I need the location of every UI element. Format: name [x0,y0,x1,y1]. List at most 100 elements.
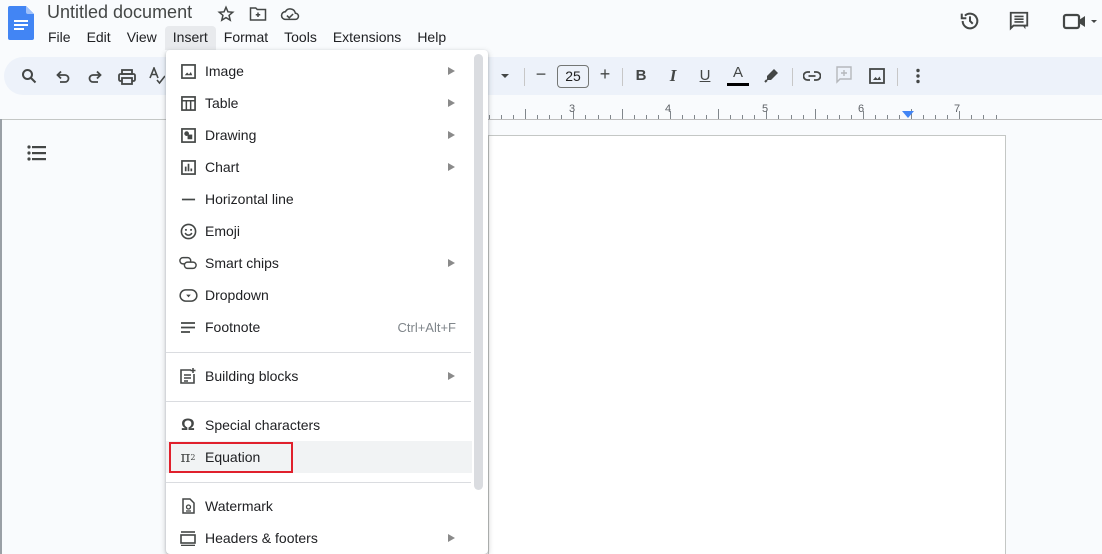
ruler-tick [730,115,732,119]
footnote-icon [177,316,199,338]
menu-file[interactable]: File [40,26,79,50]
menu-extensions[interactable]: Extensions [325,26,409,50]
ruler-tick [947,115,949,119]
docs-logo-icon[interactable] [8,6,34,40]
menu-separator [166,401,471,402]
bold-button[interactable]: B [631,67,651,84]
font-size-input[interactable]: 25 [557,65,589,88]
menu-item-horizontal-line[interactable]: Horizontal line [166,183,472,215]
menu-tools[interactable]: Tools [276,26,325,50]
meet-icon[interactable] [1060,8,1100,34]
image-icon [177,60,199,82]
redo-icon[interactable] [85,67,105,87]
toolbar-separator [897,68,898,86]
menu-item-smart-chips[interactable]: Smart chips [166,247,472,279]
highlight-color-icon[interactable] [762,65,782,85]
ruler-tick [971,115,973,119]
ruler-tick [826,115,828,119]
horizontal-ruler-baseline [488,119,1102,120]
insert-link-icon[interactable] [802,66,822,86]
ruler-tick [935,115,937,119]
ruler-tick [899,115,901,119]
search-menus-icon[interactable] [19,66,39,86]
menu-edit[interactable]: Edit [79,26,119,50]
menu-bar: File Edit View Insert Format Tools Exten… [40,26,454,50]
document-title[interactable]: Untitled document [47,2,192,23]
ruler-tick [597,115,599,119]
menu-item-footnote[interactable]: Footnote Ctrl+Alt+F [166,311,472,343]
ruler-tick [742,115,744,119]
ruler-tick [923,115,925,119]
ruler-tick [549,115,551,119]
menu-insert[interactable]: Insert [164,26,216,50]
submenu-arrow-icon [448,163,455,171]
ruler-tick [778,115,780,119]
document-page[interactable] [488,135,1006,554]
footnote-shortcut: Ctrl+Alt+F [397,319,456,335]
emoji-icon [177,220,199,242]
toolbar-separator [524,68,525,86]
menu-item-building-blocks[interactable]: Building blocks [166,360,472,392]
decrease-font-size-button[interactable]: − [531,64,551,85]
menu-item-drawing[interactable]: Drawing [166,119,472,151]
menu-separator [166,482,471,483]
comments-icon[interactable] [1006,8,1032,34]
undo-icon[interactable] [53,67,73,87]
menu-item-table[interactable]: Table [166,87,472,119]
omega-icon: Ω [181,415,195,434]
star-icon[interactable] [216,4,236,24]
move-to-folder-icon[interactable] [248,4,268,24]
menu-item-emoji[interactable]: Emoji [166,215,472,247]
ruler-label: 6 [857,103,865,115]
menu-item-watermark[interactable]: Watermark [166,490,472,522]
spelling-check-icon[interactable] [149,66,165,86]
add-comment-icon[interactable] [834,65,854,85]
ruler-tick [489,115,490,119]
italic-button[interactable]: I [663,66,683,86]
menu-item-chart[interactable]: Chart [166,151,472,183]
menu-scrollbar[interactable] [474,54,483,490]
menu-format[interactable]: Format [216,26,276,50]
chart-icon [177,156,199,178]
ruler-label: 3 [568,103,576,115]
ruler-tick [621,109,623,119]
equation-highlight-annotation [169,442,293,473]
submenu-arrow-icon [448,131,455,139]
ruler-tick [995,115,997,119]
insert-image-icon[interactable] [867,66,887,86]
ruler-tick [983,115,985,119]
right-indent-marker[interactable] [902,111,914,118]
ruler-tick [561,115,563,119]
ruler-label: 7 [953,103,961,115]
text-color-button[interactable]: A [728,64,748,81]
print-icon[interactable] [117,67,137,87]
ruler-tick [681,115,683,119]
horizontal-line-icon [177,188,199,210]
more-options-icon[interactable] [908,66,928,86]
font-dropdown-arrow-icon[interactable] [501,74,509,78]
underline-button[interactable]: U [695,67,715,84]
menu-item-image[interactable]: Image [166,55,472,87]
menu-view[interactable]: View [119,26,165,50]
watermark-icon [177,495,199,517]
ruler-tick [790,115,792,119]
ruler-tick [886,115,888,119]
vertical-ruler [0,119,2,554]
ruler-tick [754,115,756,119]
drawing-icon [177,124,199,146]
submenu-arrow-icon [448,372,455,380]
menu-item-headers-footers[interactable]: Headers & footers [166,522,472,554]
cloud-saved-icon[interactable] [280,4,300,24]
ruler-tick [718,109,720,119]
ruler-tick [645,115,647,119]
version-history-icon[interactable] [957,8,983,34]
document-outline-icon[interactable] [26,143,48,163]
menu-item-dropdown[interactable]: Dropdown [166,279,472,311]
increase-font-size-button[interactable]: + [595,64,615,85]
headers-footers-icon [177,527,199,549]
ruler-tick [501,115,503,119]
menu-item-special-characters[interactable]: Ω Special characters [166,409,472,441]
ruler-label: 5 [761,103,769,115]
ruler-tick [706,115,708,119]
menu-help[interactable]: Help [409,26,454,50]
